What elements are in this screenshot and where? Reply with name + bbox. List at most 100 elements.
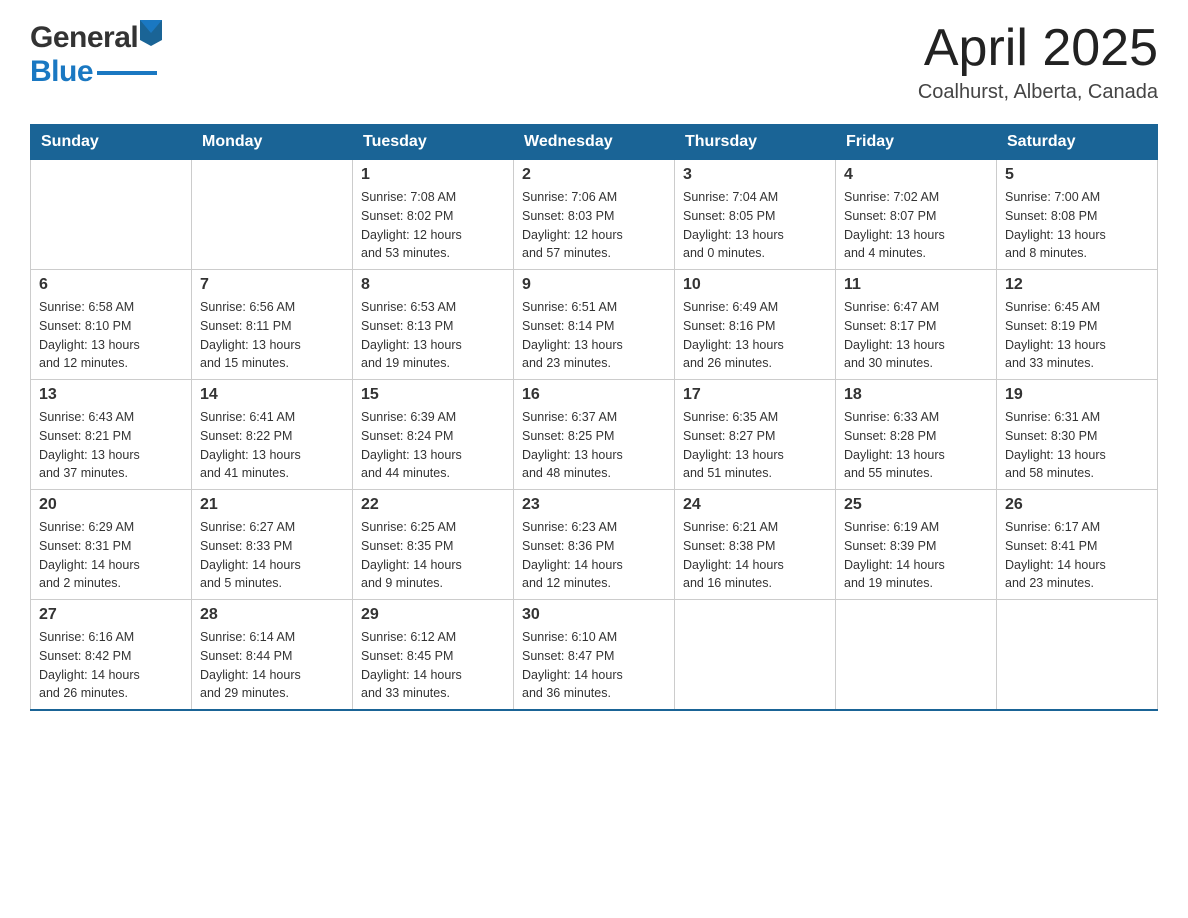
day-info: Sunrise: 6:21 AM Sunset: 8:38 PM Dayligh… — [683, 518, 827, 593]
header-row: SundayMondayTuesdayWednesdayThursdayFrid… — [31, 125, 1158, 160]
day-number: 30 — [522, 606, 666, 624]
calendar-cell: 18 Sunrise: 6:33 AM Sunset: 8:28 PM Dayli… — [836, 380, 997, 490]
day-info: Sunrise: 6:43 AM Sunset: 8:21 PM Dayligh… — [39, 408, 183, 483]
calendar-cell: 24 Sunrise: 6:21 AM Sunset: 8:38 PM Dayli… — [675, 490, 836, 600]
logo-blue-text: Blue — [30, 55, 93, 89]
day-info: Sunrise: 6:23 AM Sunset: 8:36 PM Dayligh… — [522, 518, 666, 593]
calendar-cell: 16 Sunrise: 6:37 AM Sunset: 8:25 PM Dayli… — [514, 380, 675, 490]
week-row-4: 20Sunrise: 6:29 AM Sunset: 8:31 PM Dayli… — [31, 490, 1158, 600]
header-cell-saturday: Saturday — [997, 125, 1158, 160]
day-info: Sunrise: 6:53 AM Sunset: 8:13 PM Dayligh… — [361, 298, 505, 373]
calendar-cell: 15 Sunrise: 6:39 AM Sunset: 8:24 PM Dayli… — [353, 380, 514, 490]
day-number: 14 — [200, 386, 344, 404]
calendar-cell: 28 Sunrise: 6:14 AM Sunset: 8:44 PM Dayli… — [192, 600, 353, 711]
calendar-cell: 6Sunrise: 6:58 AM Sunset: 8:10 PM Daylig… — [31, 270, 192, 380]
location-text: Coalhurst, Alberta, Canada — [918, 81, 1158, 104]
day-number: 17 — [683, 386, 827, 404]
header-cell-tuesday: Tuesday — [353, 125, 514, 160]
day-number: 5 — [1005, 166, 1149, 184]
day-number: 16 — [522, 386, 666, 404]
day-number: 27 — [39, 606, 183, 624]
calendar-cell: 13 Sunrise: 6:43 AM Sunset: 8:21 PM Dayli… — [31, 380, 192, 490]
calendar-cell: 29 Sunrise: 6:12 AM Sunset: 8:45 PM Dayli… — [353, 600, 514, 711]
day-number: 12 — [1005, 276, 1149, 294]
month-title: April 2025 — [918, 20, 1158, 77]
day-info: Sunrise: 6:16 AM Sunset: 8:42 PM Dayligh… — [39, 628, 183, 703]
calendar-cell: 19 Sunrise: 6:31 AM Sunset: 8:30 PM Dayli… — [997, 380, 1158, 490]
day-number: 26 — [1005, 496, 1149, 514]
day-info: Sunrise: 6:17 AM Sunset: 8:41 PM Dayligh… — [1005, 518, 1149, 593]
day-info: Sunrise: 6:41 AM Sunset: 8:22 PM Dayligh… — [200, 408, 344, 483]
logo-general-text: General — [30, 21, 138, 55]
calendar-cell: 5 Sunrise: 7:00 AM Sunset: 8:08 PM Daylig… — [997, 160, 1158, 270]
week-row-3: 13 Sunrise: 6:43 AM Sunset: 8:21 PM Dayli… — [31, 380, 1158, 490]
day-info: Sunrise: 6:51 AM Sunset: 8:14 PM Dayligh… — [522, 298, 666, 373]
day-info: Sunrise: 6:25 AM Sunset: 8:35 PM Dayligh… — [361, 518, 505, 593]
day-info: Sunrise: 6:14 AM Sunset: 8:44 PM Dayligh… — [200, 628, 344, 703]
calendar-cell: 7Sunrise: 6:56 AM Sunset: 8:11 PM Daylig… — [192, 270, 353, 380]
calendar-cell: 25 Sunrise: 6:19 AM Sunset: 8:39 PM Dayli… — [836, 490, 997, 600]
day-info: Sunrise: 6:33 AM Sunset: 8:28 PM Dayligh… — [844, 408, 988, 483]
day-number: 15 — [361, 386, 505, 404]
day-number: 18 — [844, 386, 988, 404]
calendar-cell: 20Sunrise: 6:29 AM Sunset: 8:31 PM Dayli… — [31, 490, 192, 600]
calendar-header: SundayMondayTuesdayWednesdayThursdayFrid… — [31, 125, 1158, 160]
logo-arrow-icon — [140, 20, 162, 51]
day-number: 20 — [39, 496, 183, 514]
day-number: 6 — [39, 276, 183, 294]
day-number: 13 — [39, 386, 183, 404]
calendar-cell: 10Sunrise: 6:49 AM Sunset: 8:16 PM Dayli… — [675, 270, 836, 380]
day-number: 3 — [683, 166, 827, 184]
day-number: 29 — [361, 606, 505, 624]
day-info: Sunrise: 7:06 AM Sunset: 8:03 PM Dayligh… — [522, 188, 666, 263]
calendar-cell: 3 Sunrise: 7:04 AM Sunset: 8:05 PM Daylig… — [675, 160, 836, 270]
header-cell-sunday: Sunday — [31, 125, 192, 160]
week-row-2: 6Sunrise: 6:58 AM Sunset: 8:10 PM Daylig… — [31, 270, 1158, 380]
day-info: Sunrise: 7:04 AM Sunset: 8:05 PM Dayligh… — [683, 188, 827, 263]
day-info: Sunrise: 7:08 AM Sunset: 8:02 PM Dayligh… — [361, 188, 505, 263]
day-info: Sunrise: 6:37 AM Sunset: 8:25 PM Dayligh… — [522, 408, 666, 483]
day-number: 9 — [522, 276, 666, 294]
calendar-cell: 12 Sunrise: 6:45 AM Sunset: 8:19 PM Dayli… — [997, 270, 1158, 380]
week-row-1: 1 Sunrise: 7:08 AM Sunset: 8:02 PM Daylig… — [31, 160, 1158, 270]
calendar-cell: 26 Sunrise: 6:17 AM Sunset: 8:41 PM Dayli… — [997, 490, 1158, 600]
day-info: Sunrise: 6:10 AM Sunset: 8:47 PM Dayligh… — [522, 628, 666, 703]
day-number: 28 — [200, 606, 344, 624]
day-info: Sunrise: 7:00 AM Sunset: 8:08 PM Dayligh… — [1005, 188, 1149, 263]
day-info: Sunrise: 6:49 AM Sunset: 8:16 PM Dayligh… — [683, 298, 827, 373]
header-cell-wednesday: Wednesday — [514, 125, 675, 160]
calendar-cell: 2 Sunrise: 7:06 AM Sunset: 8:03 PM Daylig… — [514, 160, 675, 270]
day-info: Sunrise: 6:31 AM Sunset: 8:30 PM Dayligh… — [1005, 408, 1149, 483]
calendar-body: 1 Sunrise: 7:08 AM Sunset: 8:02 PM Daylig… — [31, 160, 1158, 711]
title-section: April 2025 Coalhurst, Alberta, Canada — [918, 20, 1158, 104]
day-info: Sunrise: 6:45 AM Sunset: 8:19 PM Dayligh… — [1005, 298, 1149, 373]
day-number: 11 — [844, 276, 988, 294]
header-cell-monday: Monday — [192, 125, 353, 160]
day-info: Sunrise: 6:39 AM Sunset: 8:24 PM Dayligh… — [361, 408, 505, 483]
calendar-cell — [836, 600, 997, 711]
header-cell-thursday: Thursday — [675, 125, 836, 160]
page-header: General Blue April 2025 Coalhurst, Alber… — [30, 20, 1158, 104]
day-info: Sunrise: 6:19 AM Sunset: 8:39 PM Dayligh… — [844, 518, 988, 593]
calendar-cell: 17Sunrise: 6:35 AM Sunset: 8:27 PM Dayli… — [675, 380, 836, 490]
day-number: 22 — [361, 496, 505, 514]
week-row-5: 27 Sunrise: 6:16 AM Sunset: 8:42 PM Dayli… — [31, 600, 1158, 711]
calendar-cell: 27 Sunrise: 6:16 AM Sunset: 8:42 PM Dayli… — [31, 600, 192, 711]
calendar-cell: 11Sunrise: 6:47 AM Sunset: 8:17 PM Dayli… — [836, 270, 997, 380]
calendar-cell — [675, 600, 836, 711]
day-info: Sunrise: 6:56 AM Sunset: 8:11 PM Dayligh… — [200, 298, 344, 373]
calendar-cell — [192, 160, 353, 270]
day-info: Sunrise: 6:12 AM Sunset: 8:45 PM Dayligh… — [361, 628, 505, 703]
calendar-cell: 22 Sunrise: 6:25 AM Sunset: 8:35 PM Dayli… — [353, 490, 514, 600]
logo-underline — [97, 71, 157, 75]
day-number: 2 — [522, 166, 666, 184]
day-number: 23 — [522, 496, 666, 514]
day-number: 24 — [683, 496, 827, 514]
day-number: 25 — [844, 496, 988, 514]
day-number: 1 — [361, 166, 505, 184]
day-number: 8 — [361, 276, 505, 294]
logo: General Blue — [30, 20, 162, 89]
day-number: 19 — [1005, 386, 1149, 404]
calendar-cell: 23 Sunrise: 6:23 AM Sunset: 8:36 PM Dayli… — [514, 490, 675, 600]
calendar-cell: 9 Sunrise: 6:51 AM Sunset: 8:14 PM Daylig… — [514, 270, 675, 380]
